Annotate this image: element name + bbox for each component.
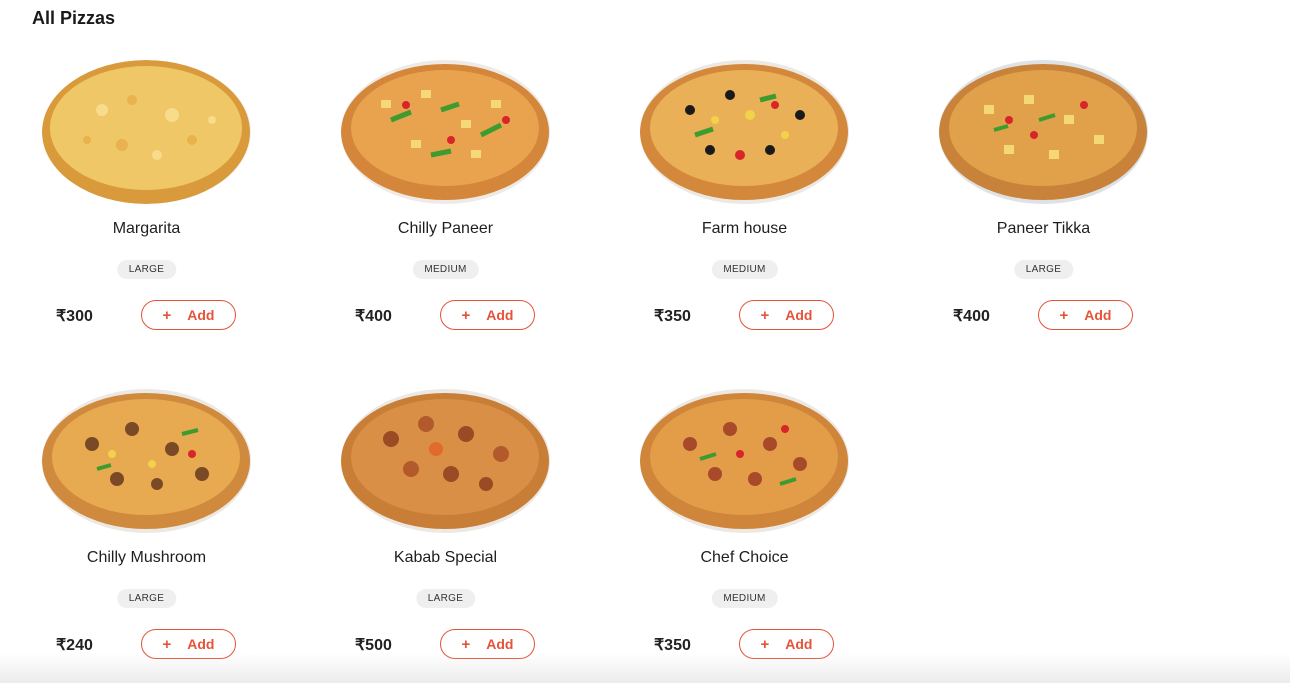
product-price: ₹300 — [56, 308, 93, 325]
product-card: Chilly Mushroom LARGE ₹240 + Add — [30, 385, 263, 683]
product-name: Paneer Tikka — [996, 220, 1091, 237]
product-name: Farm house — [701, 220, 788, 237]
add-button[interactable]: + Add — [1038, 300, 1133, 330]
product-card: Kabab Special LARGE ₹500 + Add — [329, 385, 562, 683]
chilly-mushroom-pizza-image — [42, 389, 251, 533]
plus-icon: + — [461, 306, 471, 324]
chef-choice-pizza-image — [640, 389, 849, 533]
add-button[interactable]: + Add — [141, 629, 236, 659]
product-card: Chilly Paneer MEDIUM ₹400 + Add — [329, 56, 562, 356]
plus-icon: + — [461, 635, 471, 653]
product-name: Kabab Special — [393, 549, 498, 566]
size-badge: MEDIUM — [711, 589, 778, 608]
size-badge: LARGE — [116, 589, 177, 608]
farm-house-pizza-image — [640, 60, 849, 204]
add-button-label: Add — [187, 636, 215, 652]
product-price: ₹350 — [654, 637, 691, 654]
add-button[interactable]: + Add — [739, 629, 834, 659]
size-badge: MEDIUM — [711, 260, 778, 279]
plus-icon: + — [760, 306, 770, 324]
pizza-image[interactable] — [341, 60, 550, 204]
product-card: Paneer Tikka LARGE ₹400 + Add — [927, 56, 1160, 356]
product-price: ₹400 — [355, 308, 392, 325]
product-card: Farm house MEDIUM ₹350 + Add — [628, 56, 861, 356]
plus-icon: + — [1059, 306, 1069, 324]
pizza-image[interactable] — [640, 389, 849, 533]
plus-icon: + — [162, 635, 172, 653]
add-button[interactable]: + Add — [440, 629, 535, 659]
size-badge: LARGE — [1013, 260, 1074, 279]
product-name: Chilly Mushroom — [86, 549, 207, 566]
size-badge: MEDIUM — [412, 260, 479, 279]
product-price: ₹350 — [654, 308, 691, 325]
add-button[interactable]: + Add — [739, 300, 834, 330]
product-card: Chef Choice MEDIUM ₹350 + Add — [628, 385, 861, 683]
pizza-image[interactable] — [939, 60, 1148, 204]
product-price: ₹400 — [953, 308, 990, 325]
add-button-label: Add — [486, 307, 514, 323]
pizza-image[interactable] — [640, 60, 849, 204]
add-button-label: Add — [1084, 307, 1112, 323]
chilly-paneer-pizza-image — [341, 60, 550, 204]
size-badge: LARGE — [415, 589, 476, 608]
section-title: All Pizzas — [32, 8, 116, 28]
pizza-image[interactable] — [341, 389, 550, 533]
add-button[interactable]: + Add — [141, 300, 236, 330]
add-button-label: Add — [785, 307, 813, 323]
add-button[interactable]: + Add — [440, 300, 535, 330]
pizza-image[interactable] — [42, 389, 251, 533]
product-name: Chef Choice — [700, 549, 789, 566]
product-card: Margarita LARGE ₹300 + Add — [30, 56, 263, 356]
menu-page: All Pizzas Margarita LARGE ₹300 + Add Ch… — [0, 0, 1290, 683]
add-button-label: Add — [785, 636, 813, 652]
kabab-special-pizza-image — [341, 389, 550, 533]
pizza-image[interactable] — [42, 60, 251, 204]
add-button-label: Add — [187, 307, 215, 323]
plus-icon: + — [760, 635, 770, 653]
size-badge: LARGE — [116, 260, 177, 279]
product-price: ₹240 — [56, 637, 93, 654]
product-name: Chilly Paneer — [397, 220, 494, 237]
plus-icon: + — [162, 306, 172, 324]
paneer-tikka-pizza-image — [939, 60, 1148, 204]
product-price: ₹500 — [355, 637, 392, 654]
margarita-pizza-image — [42, 60, 251, 204]
product-name: Margarita — [112, 220, 181, 237]
add-button-label: Add — [486, 636, 514, 652]
